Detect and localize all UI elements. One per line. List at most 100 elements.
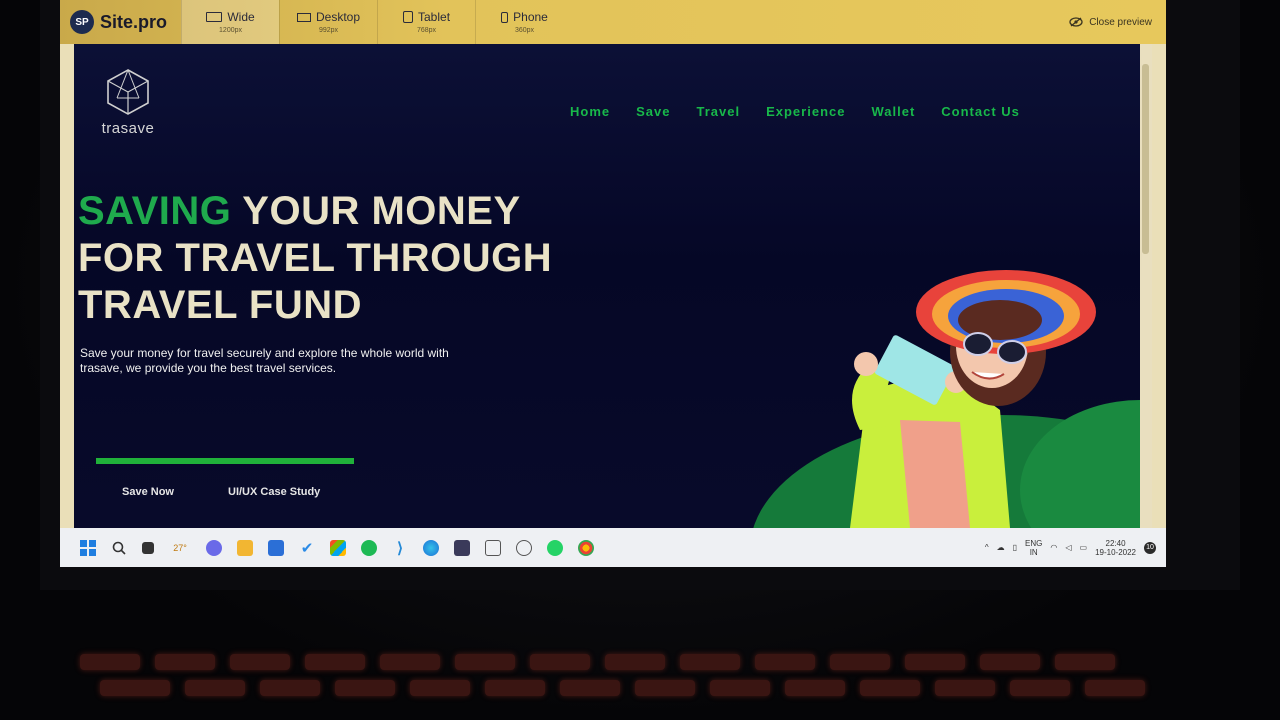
clock-time: 22:40 xyxy=(1105,538,1126,548)
keyboard-key xyxy=(80,654,140,670)
search-icon[interactable] xyxy=(111,540,127,556)
hero-title: SAVING YOUR MONEY FOR TRAVEL THROUGH TRA… xyxy=(78,188,598,329)
keyboard-key xyxy=(380,654,440,670)
close-preview-button[interactable]: Close preview xyxy=(1069,17,1152,28)
hero-title-accent: SAVING xyxy=(78,189,232,233)
keyboard-key xyxy=(185,680,245,696)
keyboard-key xyxy=(155,654,215,670)
clock[interactable]: 22:40 19-10-2022 xyxy=(1095,539,1136,557)
nav-home[interactable]: Home xyxy=(570,104,610,119)
nav-travel[interactable]: Travel xyxy=(697,104,741,119)
windows-taskbar: 27° ✔ ⟩ ^ ☁ ▯ ENG IN ◠ ◁ ▭ 22:40 19-10-2… xyxy=(60,528,1166,567)
preview-toolbar: SP Site.pro Wide 1200px Desktop 992px Ta… xyxy=(60,0,1166,44)
device-label: Desktop xyxy=(316,10,361,24)
notes-app-icon[interactable] xyxy=(454,539,470,556)
hero-title-line3: TRAVEL FUND xyxy=(78,283,363,327)
keyboard-key xyxy=(605,654,665,670)
keyboard-key xyxy=(860,680,920,696)
cloud-icon[interactable]: ☁ xyxy=(997,543,1005,552)
wifi-icon[interactable]: ◠ xyxy=(1050,543,1057,552)
vscode-icon[interactable]: ⟩ xyxy=(392,540,408,557)
preview-scrollbar[interactable] xyxy=(1140,44,1152,528)
calculator-icon[interactable] xyxy=(485,539,501,556)
scrollbar-thumb[interactable] xyxy=(1142,64,1149,254)
keyboard-key xyxy=(100,680,170,696)
keyboard-key xyxy=(935,680,995,696)
device-tablet-button[interactable]: Tablet 768px xyxy=(377,0,475,44)
device-wide-button[interactable]: Wide 1200px xyxy=(181,0,280,44)
keyboard-key xyxy=(485,680,545,696)
save-now-button[interactable]: Save Now xyxy=(122,486,174,498)
case-study-button[interactable]: UI/UX Case Study xyxy=(228,486,320,498)
clock-date: 19-10-2022 xyxy=(1095,547,1136,557)
keyboard-key xyxy=(1010,680,1070,696)
device-phone-button[interactable]: Phone 360px xyxy=(475,0,573,44)
logo-text: trasave xyxy=(101,120,155,137)
sitepro-badge-icon: SP xyxy=(70,10,94,34)
weather-temp: 27° xyxy=(173,542,187,553)
keyboard-key xyxy=(560,680,620,696)
store-icon[interactable] xyxy=(330,539,346,556)
photo-background: SP Site.pro Wide 1200px Desktop 992px Ta… xyxy=(0,0,1280,720)
keyboard-key xyxy=(530,654,590,670)
trasave-logo[interactable]: trasave xyxy=(88,68,168,137)
main-nav: Home Save Travel Experience Wallet Conta… xyxy=(570,104,1020,119)
keyboard-key xyxy=(905,654,965,670)
nav-save[interactable]: Save xyxy=(636,104,670,119)
website-preview: trasave Home Save Travel Experience Wall… xyxy=(74,44,1140,528)
keyboard-key xyxy=(680,654,740,670)
battery-icon[interactable]: ▭ xyxy=(1080,543,1088,552)
language-indicator[interactable]: ENG IN xyxy=(1025,539,1042,557)
keyboard-key xyxy=(230,654,290,670)
nav-wallet[interactable]: Wallet xyxy=(871,104,915,119)
chat-icon[interactable] xyxy=(206,539,222,556)
system-tray: ^ ☁ ▯ ENG IN ◠ ◁ ▭ 22:40 19-10-2022 10 xyxy=(985,539,1166,557)
todo-check-icon[interactable]: ✔ xyxy=(299,540,315,557)
file-explorer-icon[interactable] xyxy=(237,539,253,556)
keyboard-key xyxy=(410,680,470,696)
phone-icon xyxy=(501,11,509,23)
language-code: ENG xyxy=(1025,538,1043,548)
sitepro-logo[interactable]: SP Site.pro xyxy=(60,0,181,44)
github-icon[interactable] xyxy=(516,539,532,556)
spotify-icon[interactable] xyxy=(361,539,377,556)
hero-title-line2: FOR TRAVEL THROUGH xyxy=(78,236,553,280)
whatsapp-icon[interactable] xyxy=(547,539,563,556)
windows-start-icon[interactable] xyxy=(80,539,96,556)
hero-description: Save your money for travel securely and … xyxy=(80,346,449,375)
usb-icon[interactable]: ▯ xyxy=(1013,543,1017,552)
volume-icon[interactable]: ◁ xyxy=(1065,543,1071,552)
monitor-screen: SP Site.pro Wide 1200px Desktop 992px Ta… xyxy=(60,0,1166,567)
weather-icon[interactable]: 27° xyxy=(169,540,191,556)
keyboard-key xyxy=(1055,654,1115,670)
tablet-icon xyxy=(403,11,413,23)
keyboard-key xyxy=(755,654,815,670)
mail-icon[interactable] xyxy=(268,539,284,556)
notification-badge[interactable]: 10 xyxy=(1144,541,1156,554)
desktop-icon xyxy=(297,12,311,22)
device-label: Tablet xyxy=(418,10,451,24)
chrome-icon[interactable] xyxy=(578,539,594,556)
keyboard-key xyxy=(830,654,890,670)
button-accent-bar xyxy=(96,458,354,464)
nav-contact-us[interactable]: Contact Us xyxy=(941,104,1020,119)
device-size: 992px xyxy=(318,27,339,34)
nav-experience[interactable]: Experience xyxy=(766,104,845,119)
chevron-up-icon[interactable]: ^ xyxy=(985,543,989,552)
task-view-icon[interactable] xyxy=(142,541,154,554)
hero-woman-image xyxy=(753,270,1140,528)
device-label: Wide xyxy=(227,10,255,24)
device-size: 768px xyxy=(416,27,437,34)
brand-name: Site.pro xyxy=(100,11,168,32)
keyboard-key xyxy=(455,654,515,670)
monitor-icon xyxy=(206,12,223,22)
device-size: 360px xyxy=(514,27,535,34)
hero-title-line1: YOUR MONEY xyxy=(231,189,521,233)
laptop-keyboard xyxy=(60,640,1220,720)
edge-browser-icon[interactable] xyxy=(423,539,439,556)
device-desktop-button[interactable]: Desktop 992px xyxy=(279,0,377,44)
cube-logo-icon xyxy=(107,69,149,115)
keyboard-key xyxy=(635,680,695,696)
region-code: IN xyxy=(1029,547,1038,557)
keyboard-key xyxy=(335,680,395,696)
